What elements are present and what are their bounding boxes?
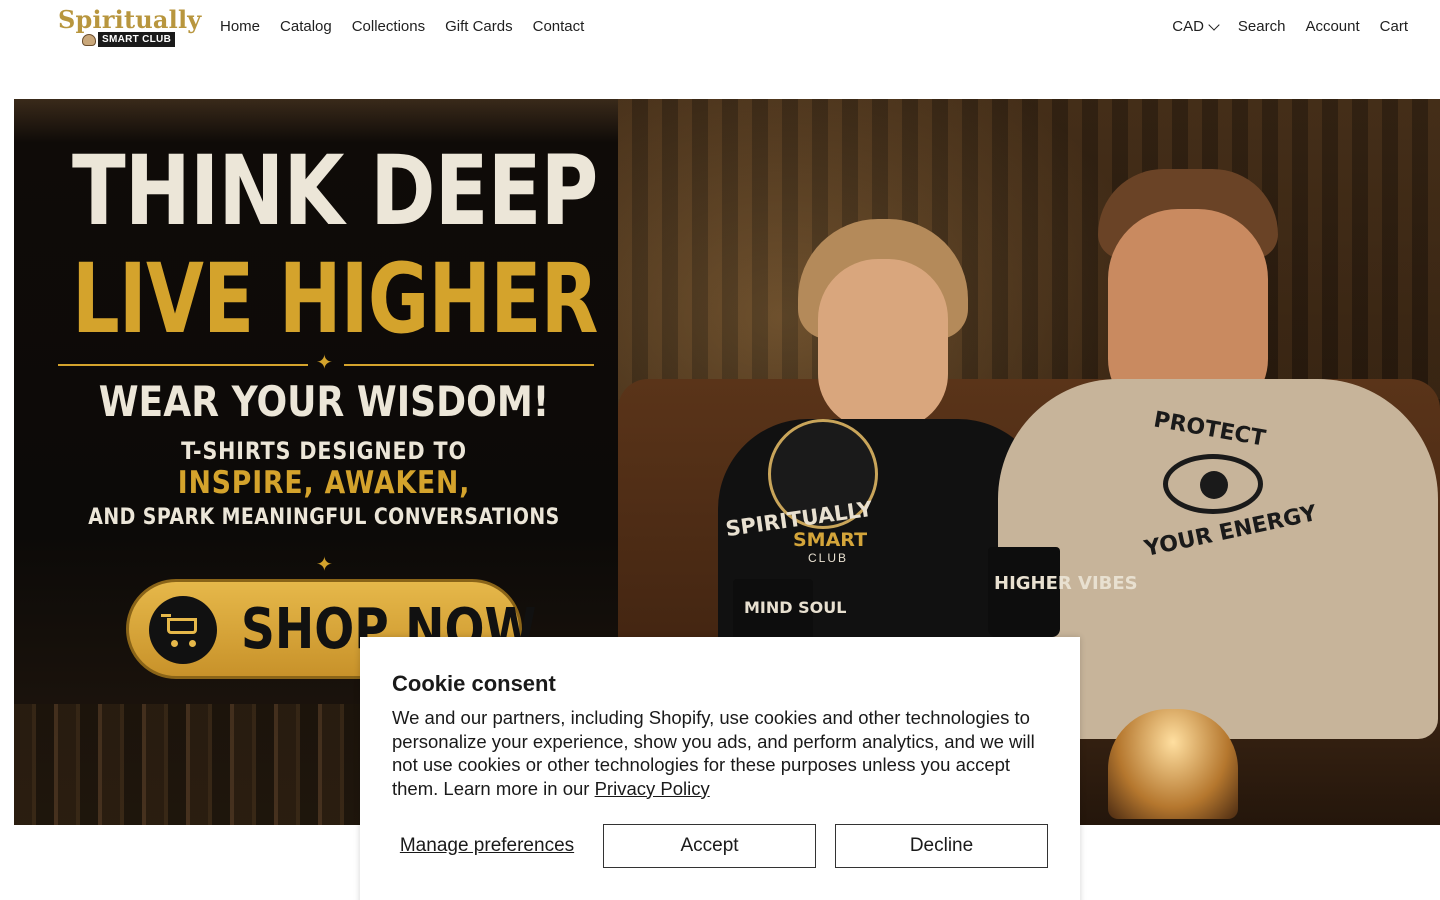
background-shelves xyxy=(618,99,1440,399)
header-utilities: CAD Search Account Cart xyxy=(1172,17,1408,37)
logo-title: Spiritually xyxy=(58,5,202,34)
cookie-body-text: We and our partners, including Shopify, … xyxy=(392,707,1035,799)
logo[interactable]: Spiritually SMART CLUB xyxy=(58,6,201,48)
star-icon: ✦ xyxy=(316,554,333,576)
mug-left-text: MIND SOUL xyxy=(744,598,847,617)
privacy-policy-link[interactable]: Privacy Policy xyxy=(595,778,710,799)
cookie-title: Cookie consent xyxy=(392,671,556,696)
hero-headline-2: LIVE HIGHER xyxy=(72,243,598,355)
candle xyxy=(1108,709,1238,819)
manage-preferences-button[interactable]: Manage preferences xyxy=(392,824,582,868)
account-link[interactable]: Account xyxy=(1305,17,1359,37)
cookie-body: We and our partners, including Shopify, … xyxy=(392,706,1052,800)
mug-right-text: HIGHER VIBES xyxy=(994,573,1138,594)
nav-contact[interactable]: Contact xyxy=(533,17,585,37)
nav-catalog[interactable]: Catalog xyxy=(280,17,332,37)
divider-right xyxy=(344,364,594,366)
decline-button[interactable]: Decline xyxy=(835,824,1048,868)
search-link[interactable]: Search xyxy=(1238,17,1286,37)
chevron-down-icon xyxy=(1208,19,1220,31)
currency-label: CAD xyxy=(1172,18,1204,35)
eye-pupil xyxy=(1200,471,1228,499)
nav-home[interactable]: Home xyxy=(220,17,260,37)
cookie-consent-dialog: Cookie consent We and our partners, incl… xyxy=(360,637,1080,900)
shirt-text-smart: SMART xyxy=(793,529,868,551)
logo-subtitle: SMART CLUB xyxy=(98,32,176,47)
cart-link[interactable]: Cart xyxy=(1380,17,1408,37)
woman-face xyxy=(818,259,948,429)
currency-selector[interactable]: CAD xyxy=(1172,17,1220,37)
hero-sub-2: INSPIRE, AWAKEN, xyxy=(177,465,471,501)
accept-button[interactable]: Accept xyxy=(603,824,816,868)
hero-sub-1: T-SHIRTS DESIGNED TO xyxy=(181,437,467,465)
nav-collections[interactable]: Collections xyxy=(352,17,425,37)
shirt-text-club: CLUB xyxy=(808,551,849,565)
nav-gift-cards[interactable]: Gift Cards xyxy=(445,17,513,37)
star-icon: ✦ xyxy=(316,352,333,374)
hero-tagline: WEAR YOUR WISDOM! xyxy=(98,377,550,426)
divider-left xyxy=(58,364,308,366)
site-header: Spiritually SMART CLUB Home Catalog Coll… xyxy=(0,0,1440,56)
logo-badge: SMART CLUB xyxy=(82,32,176,47)
brain-icon xyxy=(82,33,96,46)
hero-sub-3: AND SPARK MEANINGFUL CONVERSATIONS xyxy=(88,505,560,530)
hero-headline-1: THINK DEEP xyxy=(72,135,598,247)
shopping-cart-icon xyxy=(149,596,217,664)
main-nav: Home Catalog Collections Gift Cards Cont… xyxy=(220,17,584,37)
